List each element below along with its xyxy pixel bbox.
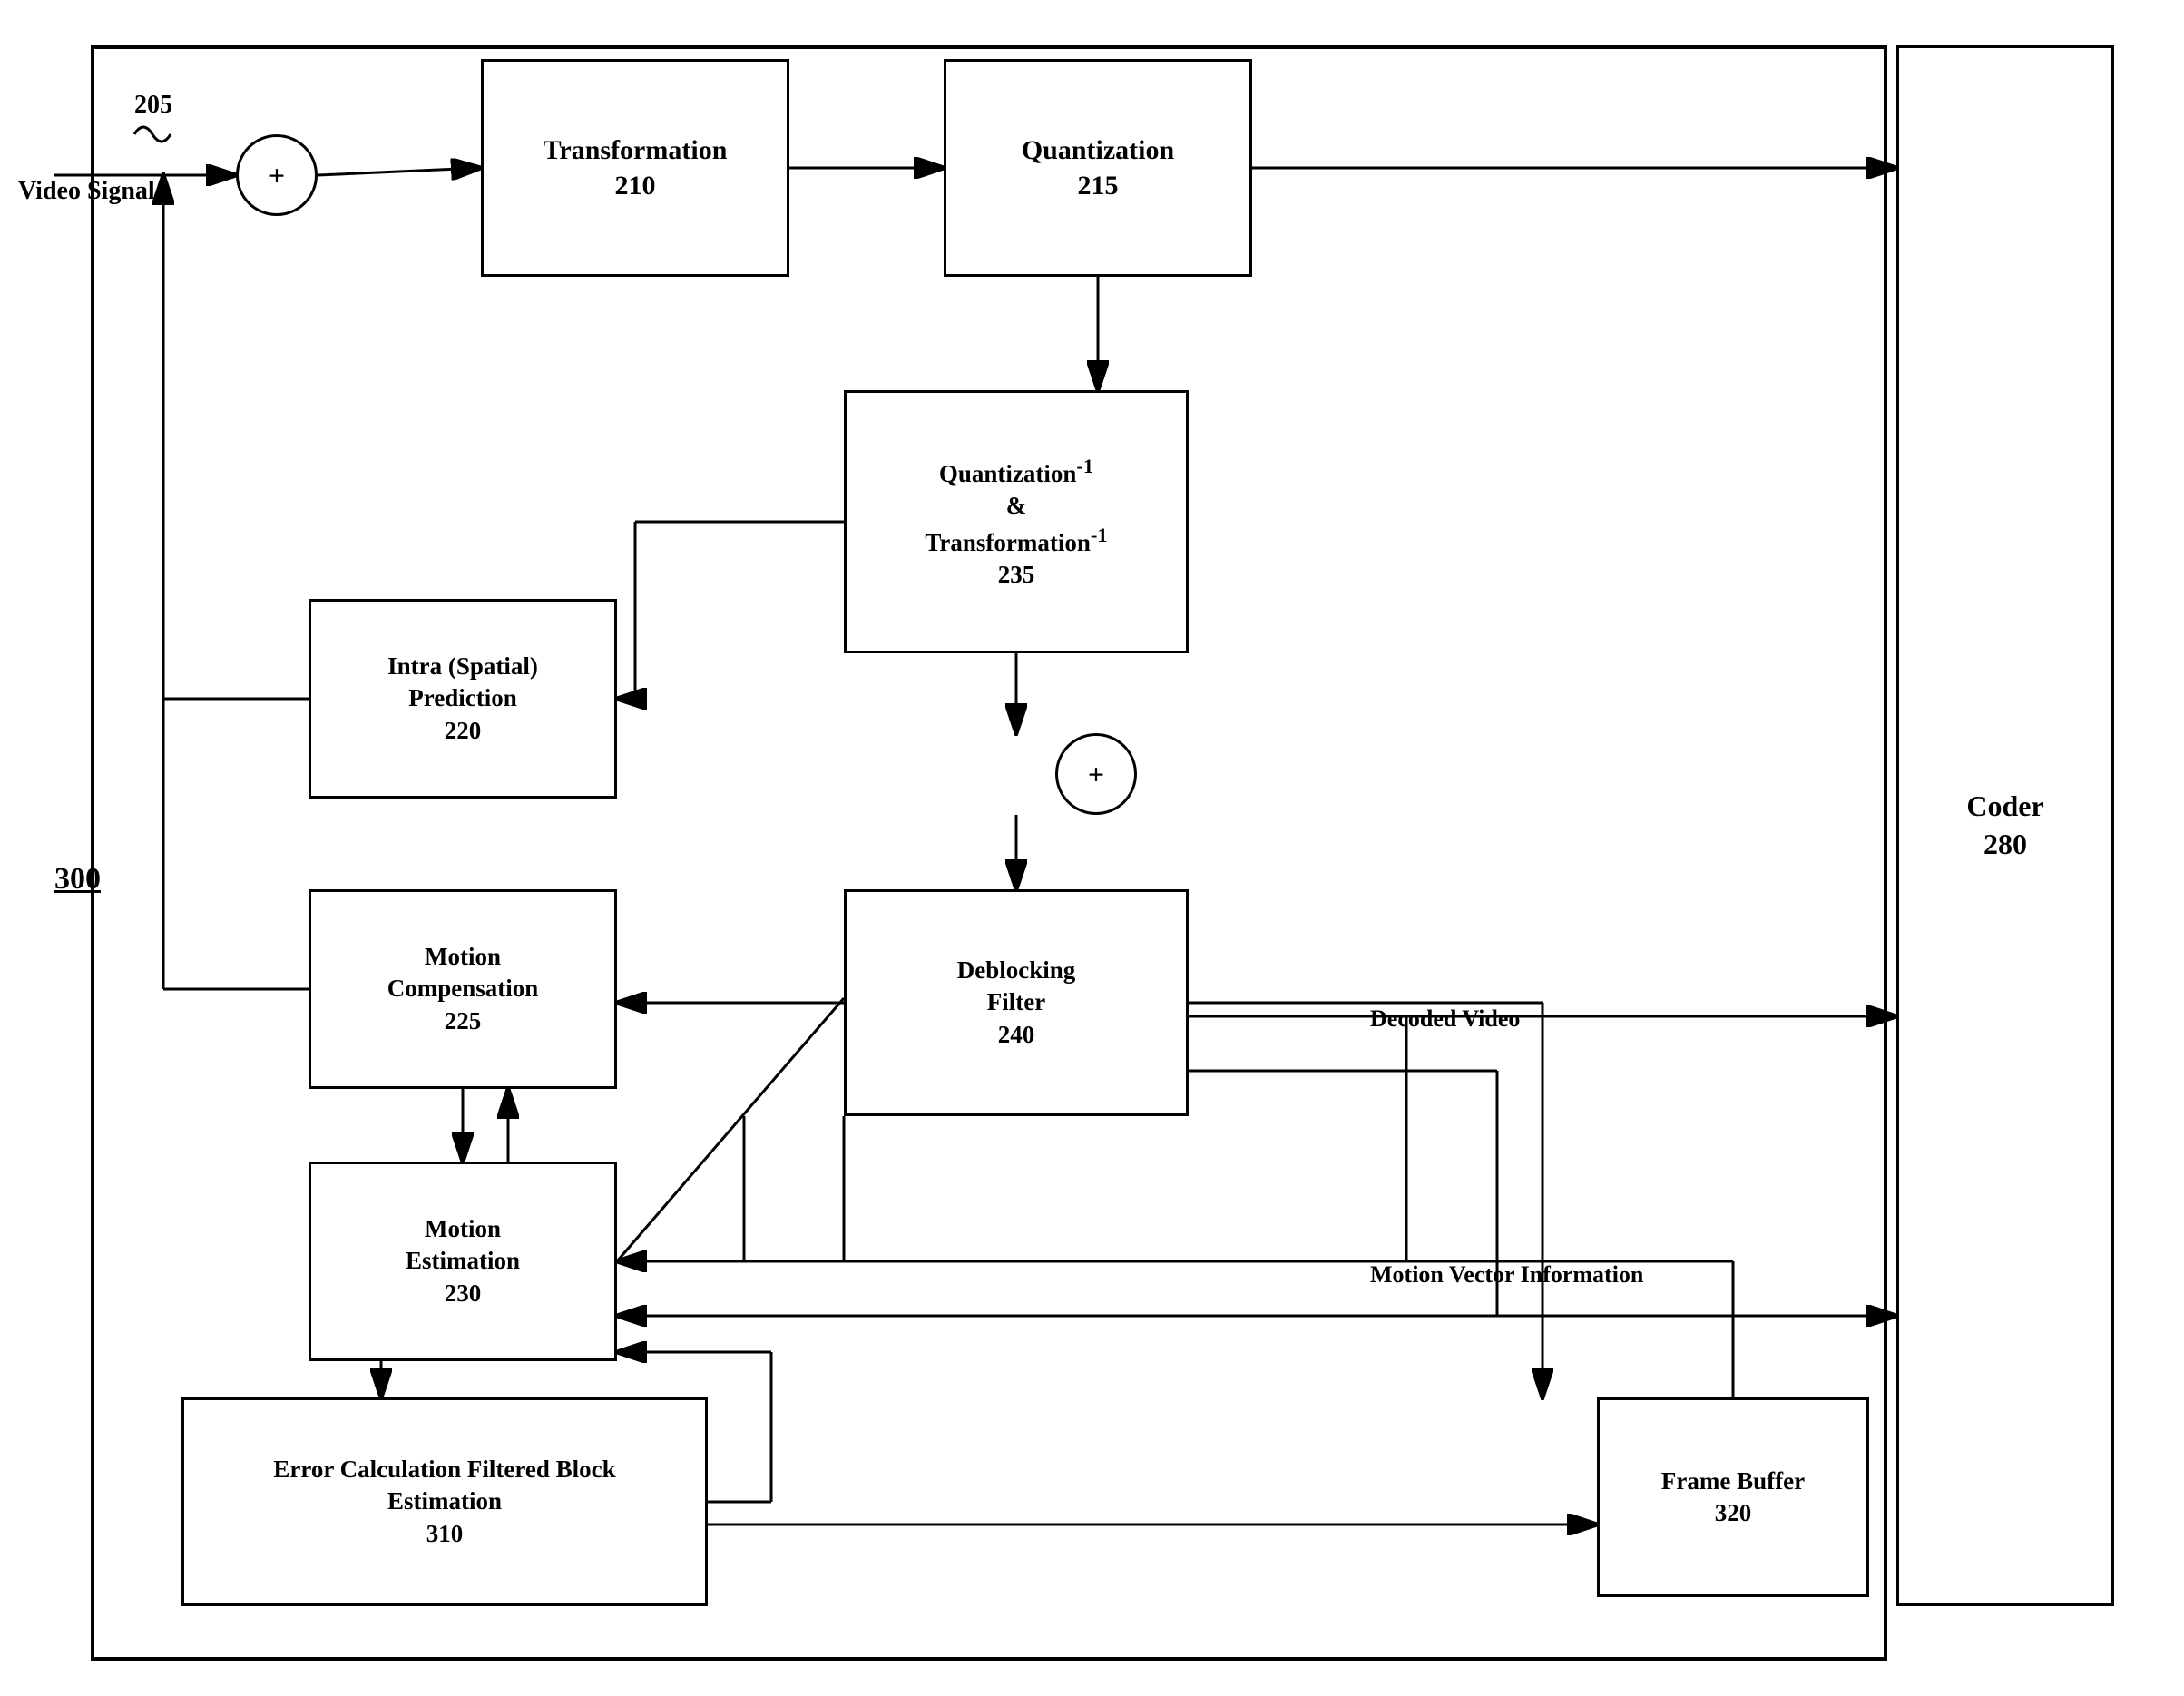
adder2-circle: + bbox=[1055, 733, 1137, 815]
decoded-video-label: Decoded Video bbox=[1370, 1005, 1520, 1033]
motion-compensation-block: MotionCompensation225 bbox=[309, 889, 617, 1089]
label-300: 300 bbox=[54, 862, 101, 897]
intra-prediction-block: Intra (Spatial)Prediction220 bbox=[309, 599, 617, 799]
motion-vector-label: Motion Vector Information bbox=[1370, 1261, 1643, 1289]
adder2-symbol: + bbox=[1088, 758, 1104, 791]
adder1-circle: + bbox=[236, 134, 318, 216]
diagram-container: Video Signal 205 + Transformation 210 Qu… bbox=[0, 0, 2184, 1696]
quantization-block: Quantization215 bbox=[944, 59, 1252, 277]
quantization-inv-block: Quantization-1&Transformation-1235 bbox=[844, 390, 1189, 653]
signal-205-label: 205 bbox=[134, 91, 172, 120]
coder-block: Coder280 bbox=[1896, 45, 2114, 1606]
error-calc-block: Error Calculation Filtered BlockEstimati… bbox=[181, 1397, 708, 1606]
deblocking-filter-block: DeblockingFilter240 bbox=[844, 889, 1189, 1116]
frame-buffer-block: Frame Buffer320 bbox=[1597, 1397, 1869, 1597]
motion-estimation-block: MotionEstimation230 bbox=[309, 1162, 617, 1361]
transformation-block: Transformation 210 bbox=[481, 59, 789, 277]
adder1-symbol: + bbox=[269, 159, 285, 192]
video-signal-label: Video Signal bbox=[18, 177, 155, 206]
